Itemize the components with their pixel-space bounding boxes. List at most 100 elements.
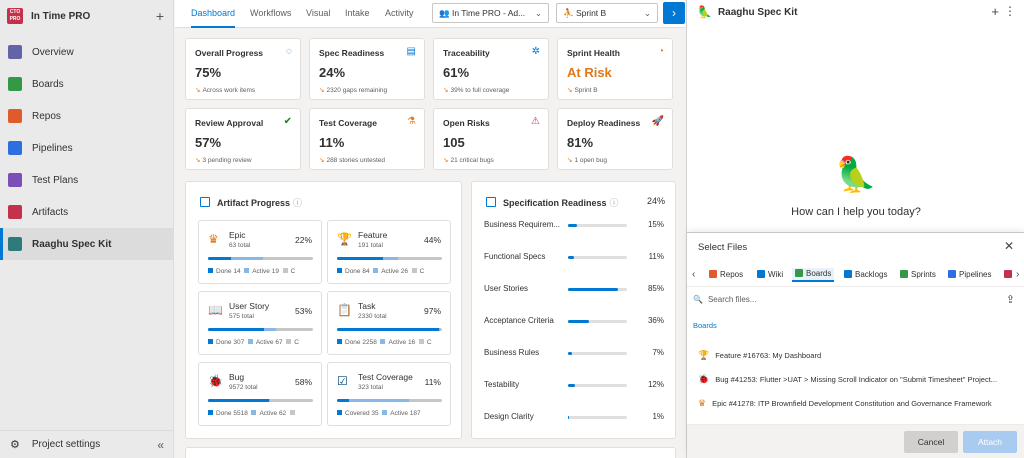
- file-item[interactable]: 🏆 Feature #16763: My Dashboard: [687, 343, 1024, 367]
- artifact-name: Epic: [229, 230, 246, 240]
- artifact-card-task[interactable]: 📋 Task 2330 total 97% Done 2258 Active 1…: [327, 291, 451, 355]
- nav-item-raaghu-spec-kit[interactable]: Raaghu Spec Kit: [0, 228, 174, 260]
- kpi-value: 75%: [195, 65, 222, 80]
- artifact-card-bug[interactable]: 🐞 Bug 9572 total 58% Done 5518 Active 62: [198, 362, 322, 426]
- select-files-modal: Select Files ✕ ‹ Repos Wiki Boards Backl…: [687, 232, 1024, 458]
- chevron-left-icon[interactable]: ‹: [692, 269, 695, 280]
- spec-bar: [568, 384, 627, 387]
- nav-item-boards[interactable]: Boards: [0, 68, 174, 100]
- source-tab-wiki[interactable]: Wiki: [757, 270, 783, 279]
- backlogs-icon: [844, 270, 852, 278]
- tab-workflows[interactable]: Workflows: [250, 0, 291, 28]
- artifact-legend: Done 14 Active 19 C: [208, 268, 295, 275]
- nav-label: Test Plans: [32, 174, 79, 186]
- kpi-value: 11%: [319, 135, 345, 150]
- spec-bar: [568, 256, 627, 259]
- gear-icon: ⚙: [10, 439, 20, 451]
- flask-icon: ⚗: [407, 116, 416, 127]
- kpi-card-deploy-readiness[interactable]: Deploy Readiness 🚀 81% ↘ 1 open bug: [557, 108, 673, 170]
- kpi-subtext: ↘ 1 open bug: [567, 157, 607, 164]
- source-tab-more[interactable]: [1004, 270, 1015, 279]
- project-settings[interactable]: ⚙ Project settings «: [0, 430, 174, 458]
- kpi-card-review-approval[interactable]: Review Approval ✔ 57% ↘ 3 pending review: [185, 108, 301, 170]
- nav-item-overview[interactable]: Overview: [0, 36, 174, 68]
- artifact-total: 2330 total: [358, 313, 387, 320]
- search-icon: 🔍: [693, 295, 703, 304]
- artifact-card-epic[interactable]: ♛ Epic 63 total 22% Done 14 Active 19 C: [198, 220, 322, 284]
- expand-button[interactable]: ›: [663, 2, 685, 24]
- kpi-card-traceability[interactable]: Traceability ✲ 61% ↘ 39% to full coverage: [433, 38, 549, 100]
- source-tab-pipelines[interactable]: Pipelines: [948, 270, 991, 279]
- chevron-right-icon[interactable]: ›: [1016, 269, 1019, 280]
- source-tab-backlogs[interactable]: Backlogs: [844, 270, 887, 279]
- spec-bar: [568, 288, 627, 291]
- kpi-value: 24%: [319, 65, 346, 80]
- kpi-card-overall-progress[interactable]: Overall Progress ◌ 75% ↘ Across work item…: [185, 38, 301, 100]
- kpi-value: 61%: [443, 65, 470, 80]
- file-item[interactable]: 🐞 Bug #41253: Flutter >UAT > Missing Scro…: [687, 367, 1024, 391]
- kpi-card-test-coverage[interactable]: Test Coverage ⚗ 11% ↘ 288 stories unteste…: [309, 108, 425, 170]
- sprint-dropdown[interactable]: ⛹ Sprint B ⌄: [556, 3, 658, 23]
- source-tab-repos[interactable]: Repos: [709, 270, 743, 279]
- trend-icon: ↘: [443, 157, 449, 164]
- upload-icon[interactable]: ⇪: [1006, 293, 1015, 306]
- artifact-card-test-coverage[interactable]: ☑ Test Coverage 323 total 11% Covered 35…: [327, 362, 451, 426]
- source-tab-sprints[interactable]: Sprints: [900, 270, 936, 279]
- info-icon[interactable]: ⓘ: [293, 198, 302, 208]
- artifact-total: 191 total: [358, 242, 383, 249]
- network-icon: ✲: [531, 46, 540, 57]
- kpi-card-open-risks[interactable]: Open Risks ⚠ 105 ↘ 21 critical bugs: [433, 108, 549, 170]
- nav-item-test-plans[interactable]: Test Plans: [0, 164, 174, 196]
- artifact-legend: Covered 35 Active 187: [337, 410, 421, 417]
- project-header[interactable]: CTO PRO In Time PRO +: [0, 0, 174, 32]
- artifact-card-user-story[interactable]: 📖 User Story 575 total 53% Done 307 Acti…: [198, 291, 322, 355]
- collapse-sidebar-icon[interactable]: «: [157, 438, 164, 452]
- spec-bar: [568, 416, 627, 419]
- search-files-input[interactable]: 🔍 Search files...: [693, 291, 991, 309]
- spec-row: Business Requirem... 15%: [484, 220, 664, 234]
- parrot-icon: [8, 237, 22, 251]
- cancel-button[interactable]: Cancel: [904, 431, 958, 453]
- kpi-card-spec-readiness[interactable]: Spec Readiness ▤ 24% ↘ 2320 gaps remainin…: [309, 38, 425, 100]
- artifact-pct: 53%: [294, 306, 312, 316]
- tab-visual[interactable]: Visual: [306, 0, 330, 28]
- artifact-name: Task: [358, 301, 376, 311]
- spec-readiness-panel: Specification Readiness ⓘ 24% Business Re…: [471, 181, 676, 439]
- add-icon[interactable]: +: [156, 8, 164, 24]
- spec-label: User Stories: [484, 284, 529, 293]
- nav-item-repos[interactable]: Repos: [0, 100, 174, 132]
- artifact-name: Bug: [229, 372, 245, 382]
- breadcrumb[interactable]: Boards: [693, 321, 717, 330]
- nav-item-artifacts[interactable]: Artifacts: [0, 196, 174, 228]
- artifact-pct: 22%: [294, 235, 312, 245]
- kpi-title: Traceability: [443, 48, 490, 58]
- kpi-card-sprint-health[interactable]: Sprint Health ◔ At Risk ↘ Sprint B: [557, 38, 673, 100]
- artifact-card-feature[interactable]: 🏆 Feature 191 total 44% Done 84 Active 2…: [327, 220, 451, 284]
- info-icon[interactable]: ⓘ: [610, 198, 619, 208]
- artifacts-icon: [8, 205, 22, 219]
- spec-pct: 12%: [647, 380, 664, 389]
- new-chat-icon[interactable]: +: [991, 4, 999, 19]
- project-name: In Time PRO: [31, 10, 91, 22]
- boards-icon: [8, 77, 22, 91]
- file-item[interactable]: ♛ Epic #41278: ITP Brownfield Development…: [687, 391, 1024, 415]
- rocket-icon: 🚀: [651, 116, 664, 127]
- assistant-header: 🦜 Raaghu Spec Kit + ⋮: [687, 0, 1024, 24]
- artifact-pct: 11%: [424, 377, 441, 387]
- assistant-title: Raaghu Spec Kit: [717, 6, 798, 18]
- pipelines-icon: [948, 270, 956, 278]
- project-dropdown[interactable]: 👥 In Time PRO - Ad... ⌄: [432, 3, 549, 23]
- kpi-title: Deploy Readiness: [567, 118, 641, 128]
- attach-button[interactable]: Attach: [963, 431, 1017, 453]
- trend-icon: ↘: [567, 157, 573, 164]
- more-icon[interactable]: ⋮: [1004, 4, 1016, 18]
- nav-label: Raaghu Spec Kit: [32, 238, 112, 250]
- source-tab-boards[interactable]: Boards: [792, 268, 835, 282]
- wiki-icon: [757, 270, 765, 278]
- close-icon[interactable]: ✕: [1004, 239, 1014, 253]
- tab-dashboard[interactable]: Dashboard: [191, 0, 236, 28]
- tab-activity[interactable]: Activity: [385, 0, 414, 28]
- nav-item-pipelines[interactable]: Pipelines: [0, 132, 174, 164]
- tab-intake[interactable]: Intake: [345, 0, 370, 28]
- kpi-subtext: ↘ 21 critical bugs: [443, 157, 494, 164]
